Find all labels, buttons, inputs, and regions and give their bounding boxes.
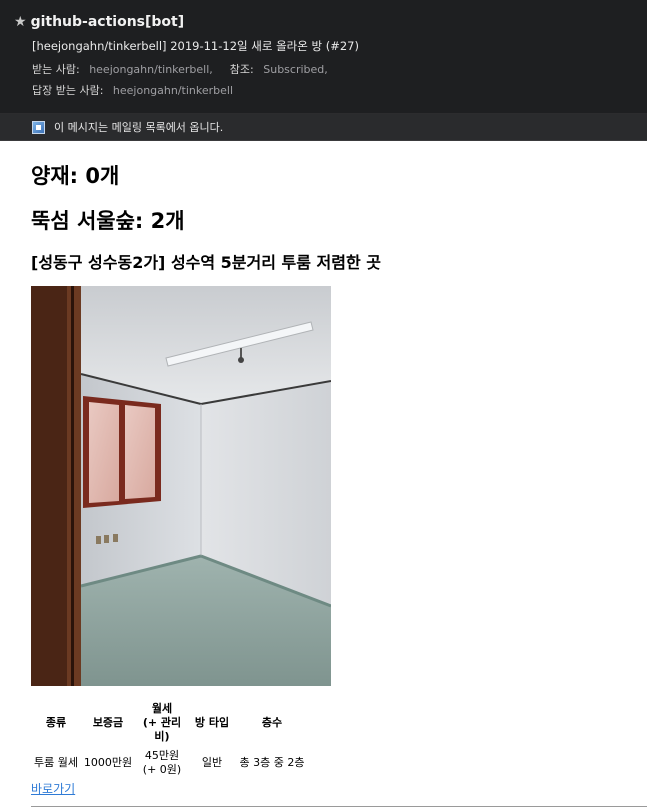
listing-title: [성동구 성수동2가] 성수역 5분거리 투룸 저렴한 곳 [31, 253, 381, 272]
table-row: 투룸 월세 1000만원 45만원 (+ 0원) 일반 총 3층 중 2층 [31, 746, 309, 780]
divider [31, 806, 647, 807]
reply-to-label: 답장 받는 사람: [32, 84, 104, 97]
go-to-listing-link[interactable]: 바로가기 [31, 780, 75, 797]
yangjae-count-heading: 양재: 0개 [31, 164, 120, 188]
recipients-row: 받는 사람: heejongahn/tinkerbell, 참조: Subscr… [32, 61, 328, 77]
cell-type: 투룸 월세 [34, 756, 78, 769]
sender-row: ★ github-actions[bot] [14, 14, 184, 30]
header-monthly-rent: 월세 (+ 관리비) [142, 702, 182, 743]
to-label: 받는 사람: [32, 63, 80, 76]
header-type: 종류 [45, 716, 67, 729]
reply-to-address[interactable]: heejongahn/tinkerbell [113, 84, 233, 97]
header-room-type: 방 타입 [194, 716, 230, 729]
cell-deposit: 1000만원 [83, 756, 133, 769]
cell-room-type: 일반 [201, 756, 223, 769]
cc-address[interactable]: Subscribed, [263, 63, 328, 76]
cell-floor: 총 3층 중 2층 [239, 756, 305, 769]
header-deposit: 보증금 [92, 716, 124, 729]
table-header-row: 종류 보증금 월세 (+ 관리비) 방 타입 층수 [31, 700, 309, 746]
cc-label: 참조: [229, 63, 254, 76]
sender-name[interactable]: github-actions[bot] [31, 14, 185, 30]
room-photo [31, 286, 331, 686]
mailing-list-text: 이 메시지는 메일링 목록에서 옵니다. [54, 121, 224, 134]
cell-monthly-rent: 45만원 (+ 0원) [142, 749, 182, 776]
star-icon[interactable]: ★ [14, 14, 27, 30]
ttukseom-count-heading: 뚝섬 서울숲: 2개 [31, 209, 185, 233]
message-header: ★ github-actions[bot] [heejongahn/tinker… [0, 0, 647, 114]
mailing-list-banner: 이 메시지는 메일링 목록에서 옵니다. [0, 114, 647, 141]
listing-info-table: 종류 보증금 월세 (+ 관리비) 방 타입 층수 투룸 월세 1000만원 45… [31, 700, 309, 780]
to-address[interactable]: heejongahn/tinkerbell, [89, 63, 213, 76]
header-floor: 층수 [261, 716, 283, 729]
subject-line: [heejongahn/tinkerbell] 2019-11-12일 새로 올… [32, 39, 359, 53]
reply-to-row: 답장 받는 사람: heejongahn/tinkerbell [32, 82, 233, 98]
mailing-list-icon [32, 120, 45, 134]
